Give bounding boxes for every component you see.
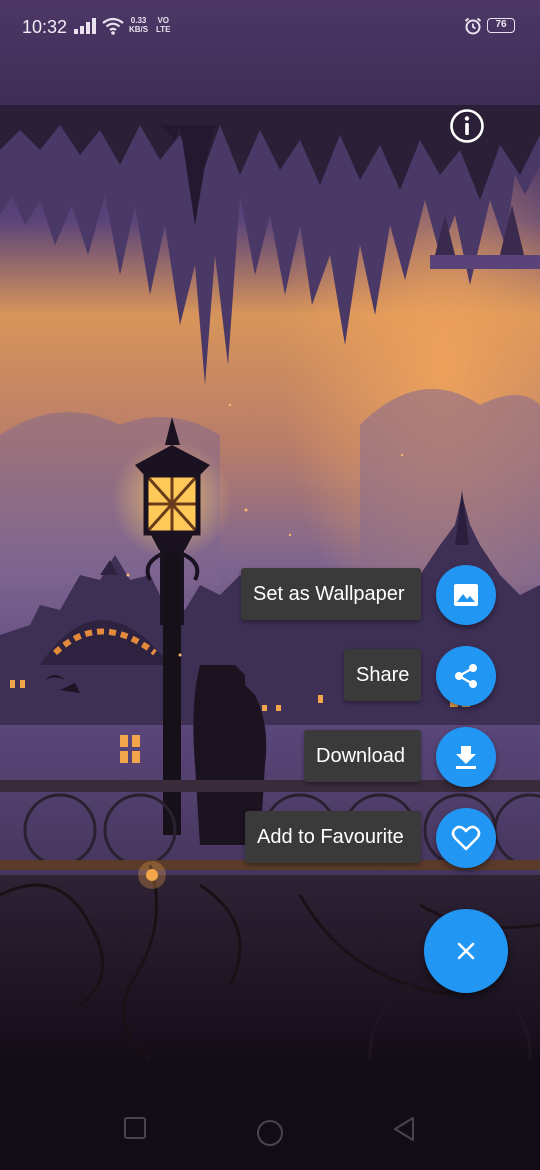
- network-speed: 0.33 KB/S: [129, 16, 148, 34]
- image-icon: [454, 584, 478, 606]
- signal-icon: [74, 18, 96, 34]
- share-label[interactable]: Share: [344, 649, 421, 701]
- volte-indicator: VO LTE: [156, 16, 171, 34]
- set-wallpaper-label[interactable]: Set as Wallpaper: [241, 568, 421, 620]
- set-wallpaper-button[interactable]: [436, 565, 496, 625]
- home-button[interactable]: [256, 1119, 284, 1147]
- share-button[interactable]: [436, 646, 496, 706]
- alarm-icon: [464, 17, 482, 35]
- add-to-favourite-label[interactable]: Add to Favourite: [245, 811, 421, 863]
- status-bar: 10:32 0.33 KB/S VO LTE 76: [0, 0, 540, 105]
- download-icon: [456, 746, 476, 769]
- network-speed-unit: KB/S: [129, 25, 149, 34]
- network-speed-value: 0.33: [130, 16, 147, 25]
- volte-bottom: LTE: [156, 25, 171, 34]
- navigation-bar: [0, 1060, 540, 1170]
- wallpaper-detail-screen: 10:32 0.33 KB/S VO LTE 76 Set as Wallpap…: [0, 0, 540, 1170]
- battery-indicator: 76: [487, 18, 515, 33]
- add-to-favourite-button[interactable]: [436, 808, 496, 868]
- info-button[interactable]: [449, 108, 485, 144]
- recents-button[interactable]: [123, 1116, 147, 1140]
- wifi-icon: [102, 17, 124, 35]
- download-button[interactable]: [436, 727, 496, 787]
- heart-icon: [451, 825, 481, 851]
- close-menu-button[interactable]: [424, 909, 508, 993]
- share-icon: [455, 664, 477, 688]
- status-time: 10:32: [22, 17, 68, 37]
- back-button[interactable]: [392, 1116, 416, 1142]
- close-icon: [457, 942, 475, 960]
- download-label[interactable]: Download: [304, 730, 421, 782]
- volte-top: VO: [157, 16, 170, 25]
